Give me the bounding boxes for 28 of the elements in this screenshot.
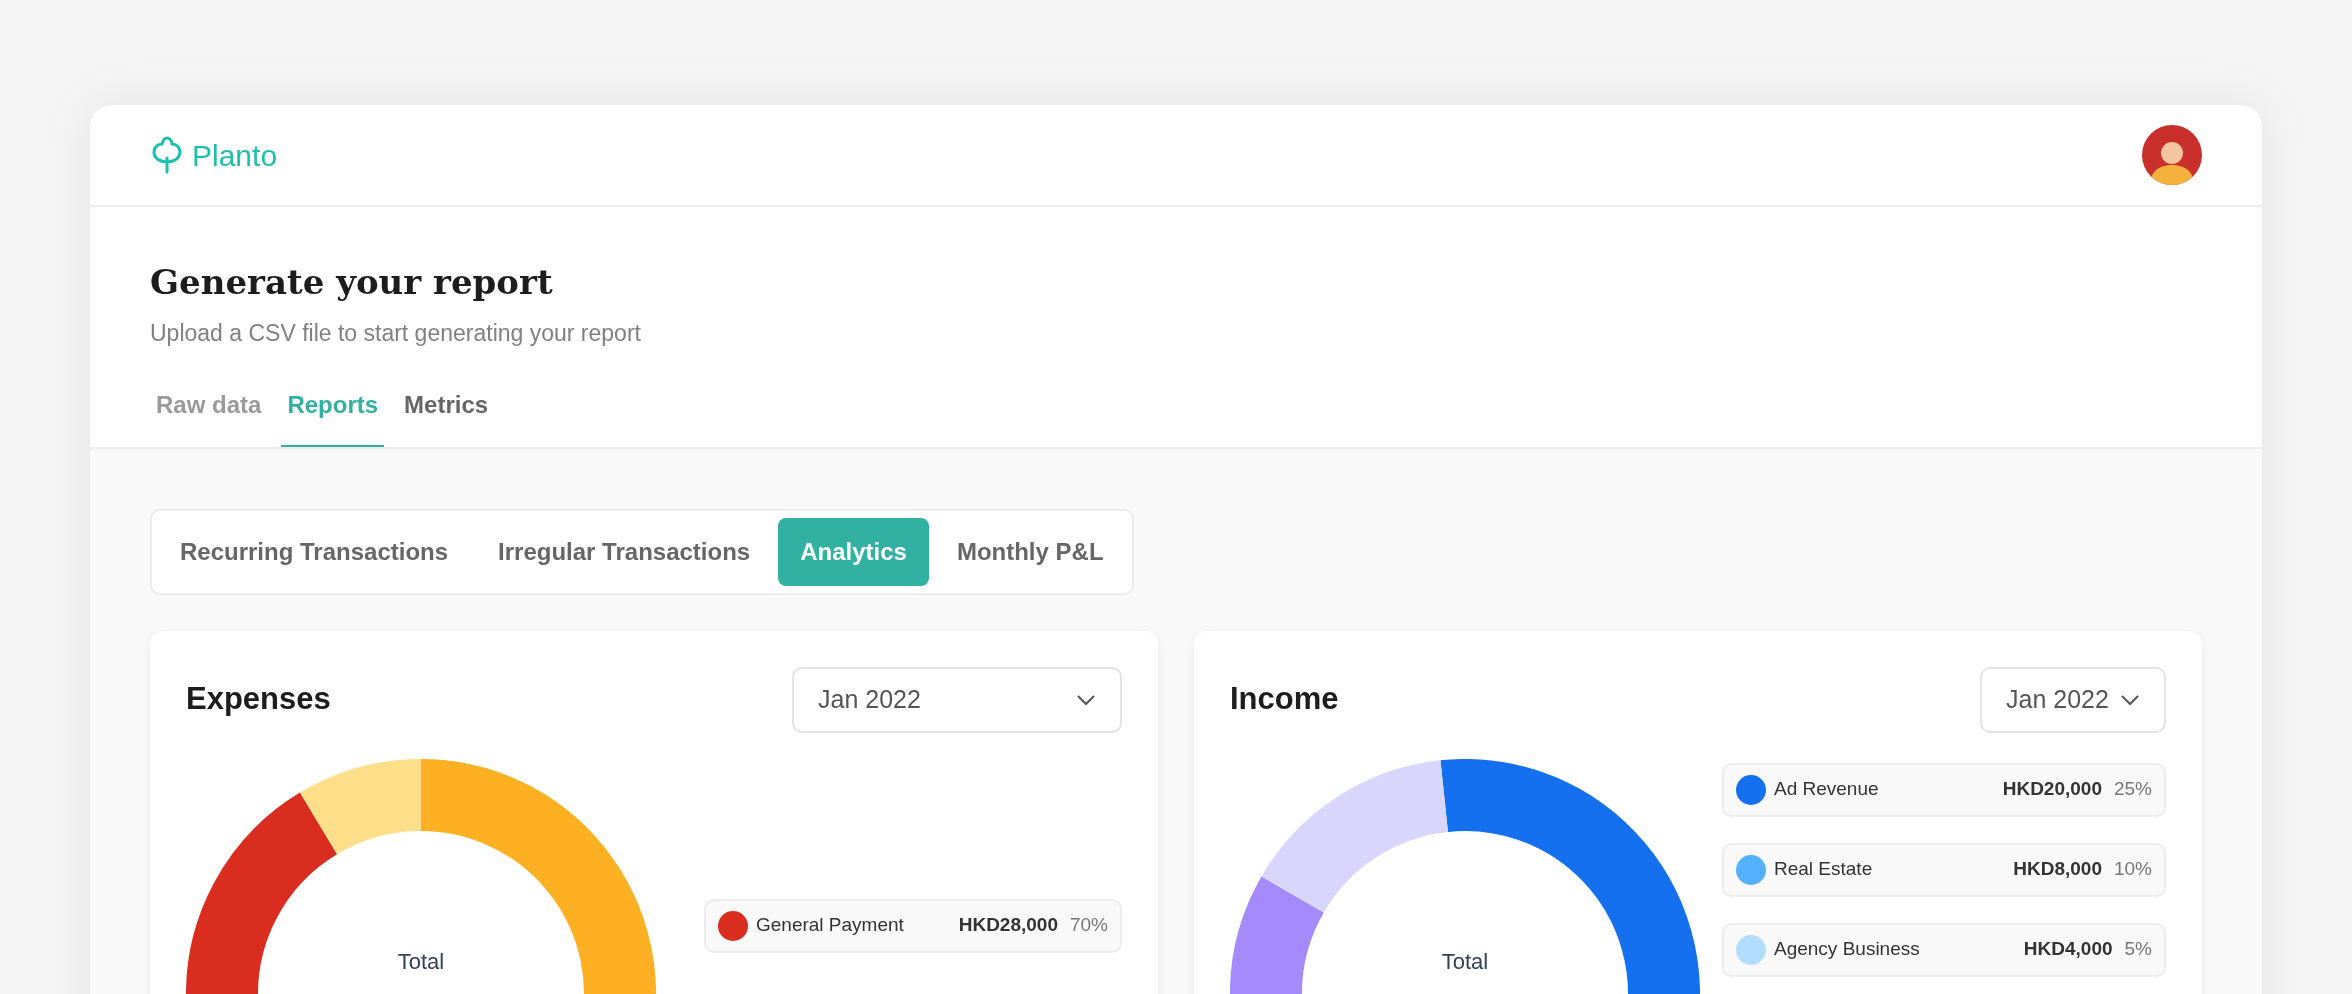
- page-subtitle: Upload a CSV file to start generating your report: [150, 319, 642, 348]
- chart-center-label: Total: [397, 947, 445, 976]
- legend-percent: 25%: [2113, 777, 2152, 802]
- chevron-down-icon: [1076, 693, 1096, 706]
- chart-center-label: Total: [1441, 947, 1489, 976]
- card-title: Income: [1230, 680, 1339, 719]
- page-tab[interactable]: Metrics: [398, 372, 495, 447]
- legend-amount: HKD8,000: [2013, 857, 2102, 882]
- legend-label: Ad Revenue: [1774, 777, 1879, 802]
- page-title: Generate your report: [150, 261, 554, 304]
- period-select[interactable]: Jan 2022: [1980, 666, 2166, 733]
- legend-percent: 10%: [2113, 857, 2152, 882]
- legend-amount: HKD20,000: [2002, 777, 2102, 802]
- report-tab[interactable]: Recurring Transactions: [158, 517, 471, 586]
- period-select[interactable]: Jan 2022: [792, 666, 1122, 733]
- legend-amount: HKD4,000: [2023, 937, 2113, 962]
- legend-label: Agency Business: [1774, 937, 1920, 962]
- chevron-down-icon: [2120, 693, 2140, 706]
- legend-amount: HKD28,000: [958, 913, 1058, 938]
- legend-percent: 5%: [2124, 937, 2152, 962]
- card-title: Expenses: [186, 680, 331, 719]
- report-tab[interactable]: Irregular Transactions: [476, 517, 773, 586]
- legend-label: General Payment: [756, 913, 904, 938]
- avatar[interactable]: [2142, 125, 2202, 185]
- legend-label: Real Estate: [1774, 857, 1873, 882]
- report-tab[interactable]: Monthly P&L: [934, 517, 1126, 586]
- legend-percent: 70%: [1069, 913, 1108, 938]
- app-logo-text: Planto: [192, 137, 278, 174]
